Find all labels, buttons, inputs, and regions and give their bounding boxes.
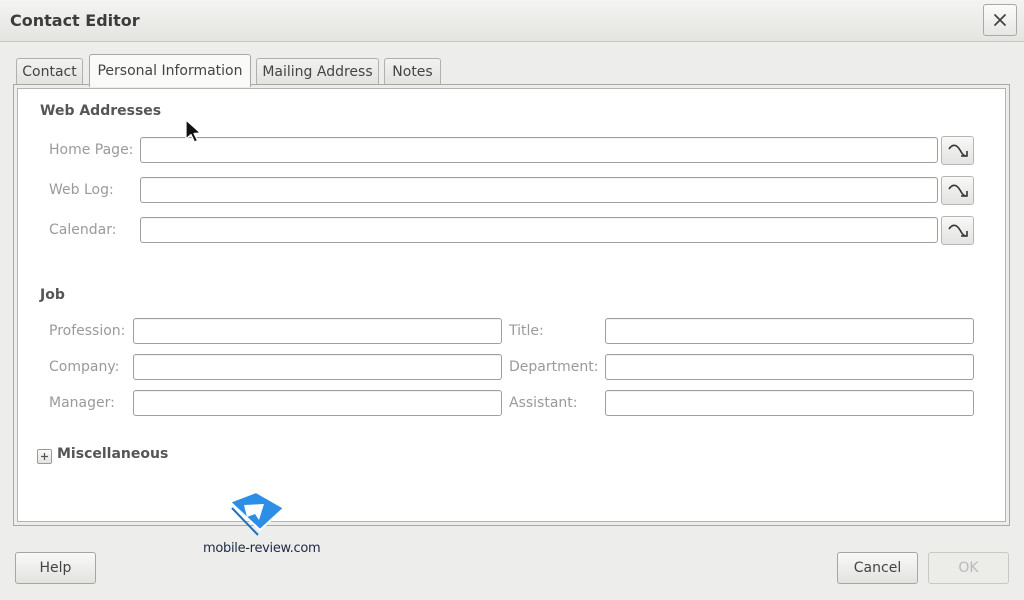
company-label: Company: <box>49 359 120 375</box>
home-page-input[interactable] <box>140 137 938 163</box>
ok-button-label: OK <box>958 560 979 576</box>
tab-contact[interactable]: Contact <box>16 58 83 85</box>
title-bar: Contact Editor <box>0 0 1024 42</box>
profession-input[interactable] <box>133 318 502 344</box>
title-label: Title: <box>509 323 544 339</box>
manager-input[interactable] <box>133 390 502 416</box>
open-home-page-button[interactable] <box>941 136 974 165</box>
tab-notes-label: Notes <box>392 64 433 80</box>
help-button-label: Help <box>39 560 72 576</box>
company-input[interactable] <box>133 354 502 380</box>
open-url-arrow-icon <box>947 224 968 237</box>
home-page-label: Home Page: <box>49 142 134 158</box>
mobile-review-logo-icon <box>229 491 285 536</box>
tab-contact-label: Contact <box>22 64 77 80</box>
web-addresses-heading: Web Addresses <box>40 103 162 119</box>
miscellaneous-heading[interactable]: Miscellaneous <box>57 446 168 462</box>
ok-button[interactable]: OK <box>928 552 1009 584</box>
mouse-cursor-icon <box>185 119 202 143</box>
open-url-arrow-icon <box>947 184 968 197</box>
department-input[interactable] <box>605 354 974 380</box>
open-url-arrow-icon <box>947 144 968 157</box>
open-calendar-button[interactable] <box>941 216 974 245</box>
calendar-input[interactable] <box>140 217 938 243</box>
help-button[interactable]: Help <box>15 552 96 584</box>
tab-personal-information[interactable]: Personal Information <box>89 54 251 87</box>
tab-personal-information-label: Personal Information <box>97 63 243 79</box>
plus-icon <box>41 453 48 460</box>
tab-mailing-address[interactable]: Mailing Address <box>256 58 379 85</box>
job-heading: Job <box>40 287 65 303</box>
manager-label: Manager: <box>49 395 115 411</box>
open-web-log-button[interactable] <box>941 176 974 205</box>
department-label: Department: <box>509 359 599 375</box>
calendar-label: Calendar: <box>49 222 117 238</box>
profession-label: Profession: <box>49 323 126 339</box>
assistant-label: Assistant: <box>509 395 578 411</box>
web-log-input[interactable] <box>140 177 938 203</box>
close-button[interactable] <box>983 4 1017 36</box>
cancel-button-label: Cancel <box>853 560 902 576</box>
tab-mailing-address-label: Mailing Address <box>262 64 373 80</box>
cancel-button[interactable]: Cancel <box>837 552 918 584</box>
window-title: Contact Editor <box>10 11 140 30</box>
miscellaneous-expander[interactable] <box>37 449 52 464</box>
tab-notes[interactable]: Notes <box>384 58 441 85</box>
assistant-input[interactable] <box>605 390 974 416</box>
close-icon <box>994 14 1006 26</box>
title-input[interactable] <box>605 318 974 344</box>
web-log-label: Web Log: <box>49 182 114 198</box>
watermark-text: mobile-review.com <box>203 541 321 556</box>
